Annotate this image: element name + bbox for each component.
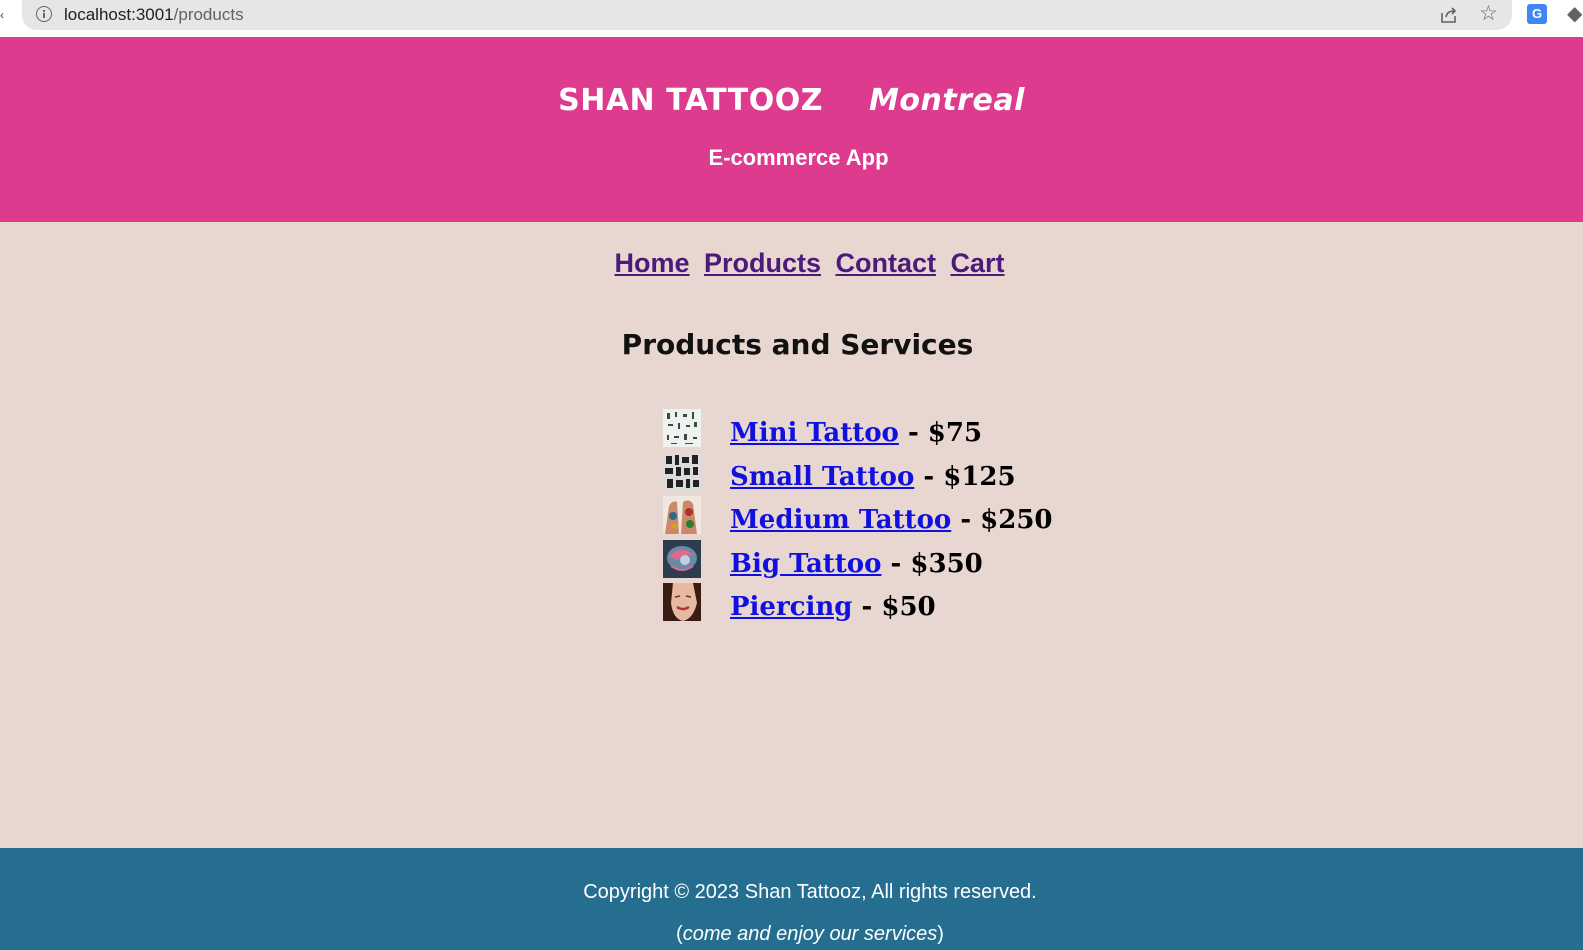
url-path: /products: [173, 5, 244, 24]
nav-products-link[interactable]: Products: [704, 248, 821, 278]
big-tattoo-thumbnail[interactable]: [663, 539, 701, 578]
browser-toolbar: ‹ localhost:3001/products ☆ G ◆: [0, 0, 1583, 37]
product-price: - $75: [898, 418, 983, 448]
product-link-medium-tattoo[interactable]: Medium Tattoo: [730, 505, 951, 535]
main-content: Home Products Contact Cart Products and …: [0, 222, 1583, 848]
brand-line: SHAN TATTOOZ Montreal: [0, 83, 1583, 118]
product-price: - $350: [881, 548, 983, 579]
nav-home-link[interactable]: Home: [615, 248, 690, 278]
translate-icon[interactable]: G: [1527, 4, 1547, 24]
url-host: localhost:3001: [64, 5, 174, 24]
product-price: - $125: [914, 461, 1016, 492]
product-list: Mini Tattoo - $75 Small Tattoo - $125 Me…: [663, 409, 1063, 627]
product-link-big-tattoo[interactable]: Big Tattoo: [730, 549, 882, 579]
small-tattoo-thumbnail[interactable]: [663, 452, 701, 491]
tagline-text: come and enjoy our services: [682, 923, 938, 945]
product-entry: Mini Tattoo - $75: [730, 418, 982, 448]
site-footer: Copyright © 2023 Shan Tattooz, All right…: [0, 848, 1583, 950]
page-title: Products and Services: [621, 328, 974, 361]
site-header: SHAN TATTOOZ Montreal E-commerce App: [0, 37, 1583, 222]
extensions-icon[interactable]: ◆: [1567, 3, 1583, 25]
tagline-open-paren: (: [676, 923, 683, 945]
mini-tattoo-thumbnail[interactable]: [663, 409, 701, 447]
footer-tagline: (come and enjoy our services): [0, 923, 1583, 946]
product-entry: Big Tattoo - $350: [730, 549, 983, 579]
info-icon[interactable]: [36, 6, 52, 22]
product-entry: Medium Tattoo - $250: [730, 505, 1053, 535]
product-price: - $250: [951, 505, 1053, 535]
star-icon[interactable]: ☆: [1479, 3, 1498, 25]
product-entry: Piercing - $50: [730, 592, 936, 622]
piercing-thumbnail[interactable]: [663, 583, 701, 621]
back-icon[interactable]: ‹: [0, 8, 4, 22]
tagline-close-paren: ): [937, 923, 944, 945]
list-item: Mini Tattoo - $75: [663, 409, 1063, 453]
product-link-small-tattoo[interactable]: Small Tattoo: [730, 462, 914, 492]
list-item: Small Tattoo - $125: [663, 452, 1063, 497]
header-subtitle: E-commerce App: [708, 145, 889, 170]
product-entry: Small Tattoo - $125: [730, 462, 1016, 492]
product-link-piercing[interactable]: Piercing: [730, 592, 852, 622]
address-bar[interactable]: localhost:3001/products ☆: [22, 0, 1512, 30]
brand-name: SHAN TATTOOZ: [558, 83, 824, 118]
product-link-mini-tattoo[interactable]: Mini Tattoo: [730, 418, 899, 448]
medium-tattoo-thumbnail[interactable]: [663, 496, 701, 534]
list-item: Piercing - $50: [663, 583, 1063, 627]
copyright-text: Copyright © 2023 Shan Tattooz, All right…: [583, 881, 1037, 903]
nav-contact-link[interactable]: Contact: [835, 248, 936, 278]
nav-cart-link[interactable]: Cart: [950, 248, 1004, 278]
product-price: - $50: [852, 592, 936, 622]
share-icon[interactable]: [1439, 5, 1459, 25]
list-item: Big Tattoo - $350: [663, 539, 1063, 584]
list-item: Medium Tattoo - $250: [663, 496, 1063, 540]
url-text[interactable]: localhost:3001/products: [64, 5, 244, 25]
main-nav: Home Products Contact Cart: [0, 248, 1583, 279]
brand-city: Montreal: [869, 83, 1025, 118]
